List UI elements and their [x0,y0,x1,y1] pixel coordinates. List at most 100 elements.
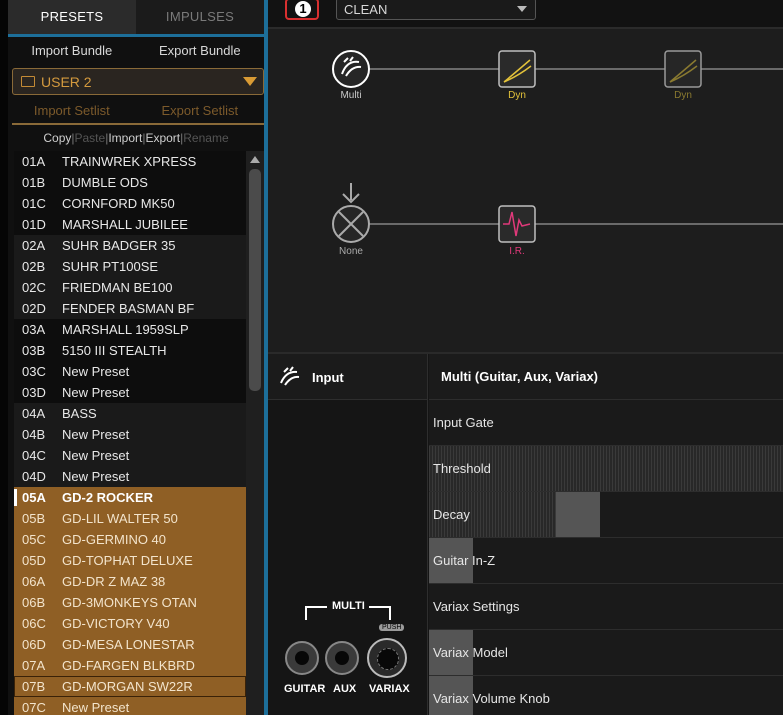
model-selector[interactable]: Multi (Guitar, Aux, Variax) [429,354,783,400]
preset-row[interactable]: 03D New Preset [14,382,246,403]
preset-row[interactable]: 04B New Preset [14,424,246,445]
tab-presets[interactable]: PRESETS [8,0,136,34]
block-dyn-1[interactable] [498,50,536,88]
param-variax-model[interactable]: Variax Model [429,630,783,676]
preset-row[interactable]: 01C CORNFORD MK50 [14,193,246,214]
preset-name: GD-MESA LONESTAR [62,637,195,652]
preset-number: 07B [22,679,46,694]
browser-tabs: PRESETS IMPULSES [8,0,264,34]
preset-name: New Preset [62,427,130,442]
param-handle[interactable] [556,492,600,537]
folder-icon [21,76,35,87]
preset-number: 04D [22,469,46,484]
param-input-gate[interactable]: Input Gate [429,400,783,446]
preset-number: 02C [22,280,46,295]
preset-number: 03A [22,322,46,337]
preset-row[interactable]: 06B GD-3MONKEYS OTAN [14,592,246,613]
param-label: Decay [433,507,470,522]
preset-row[interactable]: 05D GD-TOPHAT DELUXE [14,550,246,571]
import-setlist-button[interactable]: Import Setlist [34,103,110,118]
export-button[interactable]: Export [145,131,180,145]
block-merge-none[interactable] [332,183,370,243]
preset-name: GD-2 ROCKER [62,490,154,505]
preset-number: 05B [22,511,46,526]
preset-row[interactable]: 05C GD-GERMINO 40 [14,529,246,550]
param-label: Guitar In-Z [433,553,496,568]
preset-row[interactable]: 04D New Preset [14,466,246,487]
preset-list-scrollbar[interactable] [246,151,264,715]
param-variax-settings[interactable]: Variax Settings [429,584,783,630]
preset-row[interactable]: 02B SUHR PT100SE [14,256,246,277]
block-multi-input[interactable] [332,50,370,88]
preset-row[interactable]: 01D MARSHALL JUBILEE [14,214,246,235]
block-header: Input [268,354,428,400]
preset-row[interactable]: 02C FRIEDMAN BE100 [14,277,246,298]
preset-row[interactable]: 03C New Preset [14,361,246,382]
preset-name: MARSHALL JUBILEE [62,217,188,232]
preset-name: TRAINWREK XPRESS [62,154,197,169]
param-threshold[interactable]: Threshold [429,446,783,492]
preset-row[interactable]: 07B GD-MORGAN SW22R [14,676,246,697]
setlist-dropdown[interactable]: USER 2 [12,68,264,95]
guitar-jack-label: GUITAR [284,683,326,695]
import-button[interactable]: Import [108,131,142,145]
preset-name: GD-VICTORY V40 [62,616,170,631]
preset-number: 03D [22,385,46,400]
import-bundle-button[interactable]: Import Bundle [31,43,112,58]
param-variax-volume-knob[interactable]: Variax Volume Knob [429,676,783,715]
preset-row[interactable]: 05A GD-2 ROCKER [14,487,246,508]
input-jacks-panel: MULTI PUSH GUITAR AUX VARIAX [268,400,428,715]
preset-number: 06A [22,574,46,589]
scrollbar-thumb[interactable] [249,169,261,391]
preset-name: MARSHALL 1959SLP [62,322,189,337]
block-ir[interactable] [498,205,536,243]
setlist-dropdown-value: USER 2 [41,74,92,90]
preset-row[interactable]: 06D GD-MESA LONESTAR [14,634,246,655]
export-bundle-button[interactable]: Export Bundle [159,43,241,58]
preset-row[interactable]: 01A TRAINWREK XPRESS [14,151,246,172]
preset-row[interactable]: 07C New Preset [14,697,246,715]
preset-number: 01B [22,175,46,190]
preset-row[interactable]: 03B 5150 III STEALTH [14,340,246,361]
preset-row[interactable]: 05B GD-LIL WALTER 50 [14,508,246,529]
param-decay[interactable]: Decay [429,492,783,538]
aux-jack-label: AUX [333,683,357,695]
preset-name: New Preset [62,364,130,379]
param-guitar-in-z[interactable]: Guitar In-Z [429,538,783,584]
preset-name: GD-DR Z MAZ 38 [62,574,166,589]
preset-row[interactable]: 02D FENDER BASMAN BF [14,298,246,319]
preset-row[interactable]: 04A BASS [14,403,246,424]
param-label: Input Gate [433,415,494,430]
preset-name: New Preset [62,469,130,484]
preset-row[interactable]: 03A MARSHALL 1959SLP [14,319,246,340]
preset-row[interactable]: 06A GD-DR Z MAZ 38 [14,571,246,592]
preset-browser-panel: PRESETS IMPULSES Import Bundle Export Bu… [0,0,268,715]
chevron-down-icon [243,77,257,86]
preset-number: 05C [22,532,46,547]
block-model: Multi (Guitar, Aux, Variax) [441,369,598,384]
tab-underline [8,34,264,37]
copy-button[interactable]: Copy [43,131,71,145]
preset-number: 03B [22,343,46,358]
preset-name: New Preset [62,700,130,715]
block-label-ir: I.R. [509,246,525,257]
preset-row[interactable]: 02A SUHR BADGER 35 [14,235,246,256]
preset-row[interactable]: 07A GD-FARGEN BLKBRD [14,655,246,676]
export-setlist-button[interactable]: Export Setlist [162,103,239,118]
preset-name: GD-LIL WALTER 50 [62,511,178,526]
preset-number: 02B [22,259,46,274]
preset-row[interactable]: 01B DUMBLE ODS [14,172,246,193]
preset-number: 01A [22,154,46,169]
tab-impulses[interactable]: IMPULSES [136,0,264,34]
parameter-list: Multi (Guitar, Aux, Variax) Input Gate T… [429,354,783,715]
preset-row[interactable]: 06C GD-VICTORY V40 [14,613,246,634]
rename-button[interactable]: Rename [183,131,228,145]
scroll-up-arrow-icon[interactable] [250,156,260,163]
block-dyn-2[interactable] [664,50,702,88]
preset-row[interactable]: 04C New Preset [14,445,246,466]
preset-name: BASS [62,406,97,421]
preset-number: 03C [22,364,46,379]
paste-button[interactable]: Paste [75,131,106,145]
preset-number: 06D [22,637,46,652]
preset-number: 05D [22,553,46,568]
